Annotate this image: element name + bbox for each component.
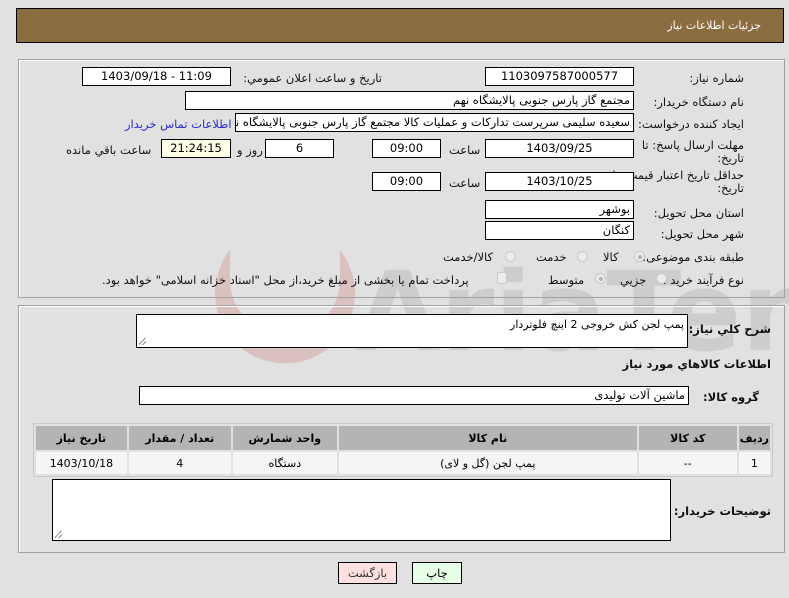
need-number-field: 1103097587000577 [485,67,634,86]
cell-name: پمپ لجن (گل و لای) [338,452,637,474]
requester-label: ایجاد کننده درخواست: [638,117,744,131]
col-name: نام کالا [338,426,637,450]
cell-date: 1403/10/18 [36,452,127,474]
resize-grip-icon[interactable] [139,338,146,345]
response-deadline-date: 1403/09/25 [485,139,634,158]
treasury-checkbox[interactable] [497,272,507,284]
category-option-goods: کالا [603,250,619,264]
province-label: استان محل تحویل: [653,206,744,220]
days-label: روز و [237,143,263,157]
buyer-notes-textarea[interactable] [52,479,671,541]
goods-group-field: ماشین آلات تولیدی [139,386,689,405]
announce-datetime-label: تاريخ و ساعت اعلان عمومي: [243,71,382,85]
province-field: بوشهر [485,200,634,219]
cell-row: 1 [738,452,770,474]
cell-qty: 4 [128,452,231,474]
category-label: طبقه بندی موضوعی: [642,250,744,264]
resize-grip-icon[interactable] [55,531,62,538]
page-title: جزئیات اطلاعات نیاز [667,19,761,32]
remaining-time-label: ساعت باقي مانده [66,143,152,157]
purchase-type-option-medium: متوسط [548,273,585,287]
city-field: کنگان [485,221,634,240]
announce-datetime-field: 1403/09/18 - 11:09 [82,67,231,86]
requester-field: سعیده سلیمی سرپرست تدارکات و عملیات کالا… [235,113,634,132]
price-validity-label-2: تاریخ: [717,181,744,195]
category-radio-goods-service[interactable] [505,251,516,262]
col-date: تاریخ نیاز [36,426,127,450]
buyer-contact-link[interactable]: اطلاعات تماس خریدار [125,117,232,131]
city-label: شهر محل تحویل: [660,227,744,241]
table-row: 1 -- پمپ لجن (گل و لای) دستگاه 4 1403/10… [36,452,770,474]
price-validity-date: 1403/10/25 [485,172,634,191]
category-option-goods-service: کالا/خدمت [443,250,494,264]
category-radio-service[interactable] [577,251,588,262]
purchase-type-radio-minor[interactable] [656,273,667,284]
description-text: پمپ لجن کش خروجی 2 اینچ فلوتردار [510,318,684,331]
description-textarea[interactable]: پمپ لجن کش خروجی 2 اینچ فلوتردار [136,314,688,348]
buyer-org-label: نام دستگاه خریدار: [653,95,744,109]
treasury-checkbox-label: پرداخت تمام یا بخشی از مبلغ خرید،از محل … [102,273,469,287]
purchase-type-radio-medium[interactable] [595,273,606,284]
price-validity-time: 09:00 [372,172,441,191]
page-header: جزئیات اطلاعات نیاز [16,8,784,43]
col-qty: تعداد / مقدار [128,426,231,450]
remaining-days: 6 [265,139,334,158]
back-button[interactable]: بازگشت [338,562,397,584]
remaining-time: 21:24:15 [161,139,231,158]
description-label: شرح كلي نياز: [688,322,771,336]
response-time-label: ساعت [449,143,481,157]
category-option-service: خدمت [536,250,567,264]
print-button[interactable]: چاپ [412,562,462,584]
buyer-notes-label: توضیحات خریدار: [673,504,771,518]
goods-group-label: گروه کالا: [703,390,759,404]
cell-code: -- [638,452,737,474]
col-row: ردیف [738,426,770,450]
col-unit: واحد شمارش [232,426,337,450]
items-table-header: ردیف کد کالا نام کالا واحد شمارش تعداد /… [36,426,770,450]
need-number-label: شماره نیاز: [689,71,744,85]
purchase-type-label: نوع فرآیند خرید : [662,273,744,287]
items-table: ردیف کد کالا نام کالا واحد شمارش تعداد /… [33,423,773,477]
price-validity-time-label: ساعت [449,176,481,190]
response-deadline-time: 09:00 [372,139,441,158]
items-heading: اطلاعات كالاهاي مورد نياز [622,357,771,371]
col-code: کد کالا [638,426,737,450]
cell-unit: دستگاه [232,452,337,474]
category-radio-goods[interactable] [634,251,645,262]
response-deadline-label: مهلت ارسال پاسخ: تا [641,138,744,152]
purchase-type-option-minor: جزيي [620,273,647,287]
buyer-org-field: مجتمع گاز پارس جنوبی پالایشگاه نهم [185,91,634,110]
response-deadline-label-2: تاریخ: [717,151,744,165]
